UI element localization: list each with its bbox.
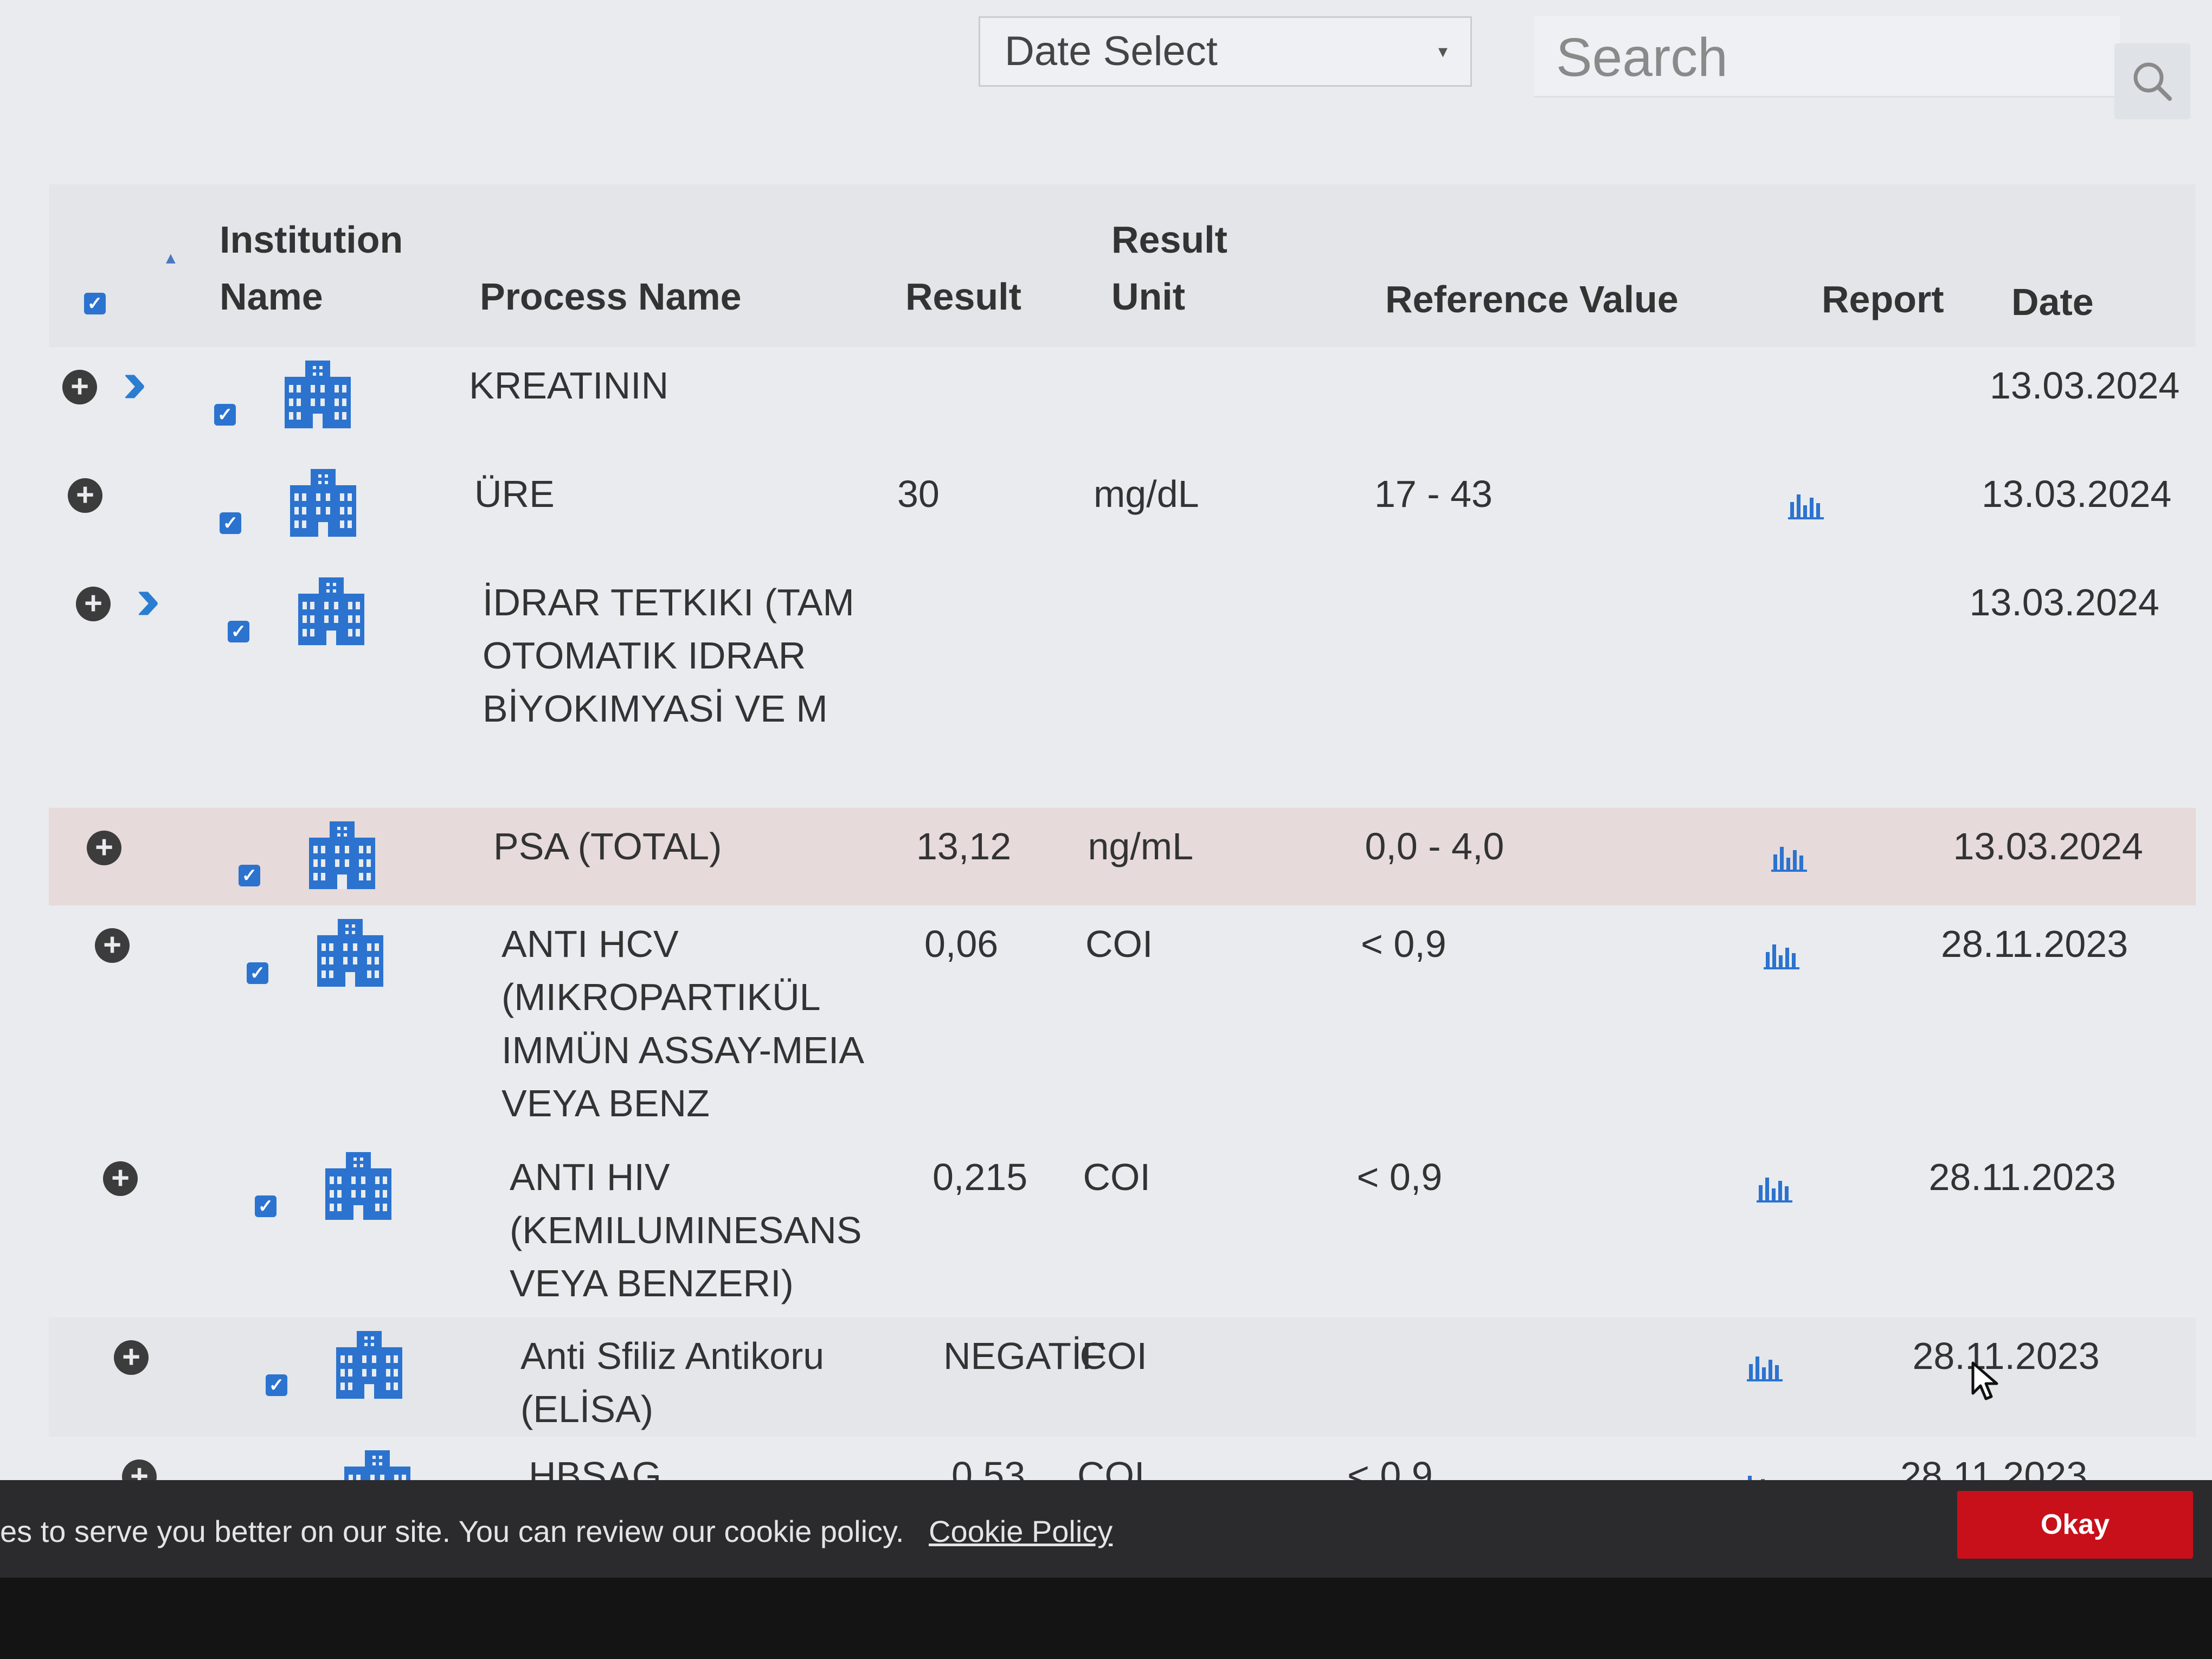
plus-circle-icon[interactable]: +	[62, 370, 97, 404]
table-row[interactable]: + ✓ PSA (TOTAL) 13,12 ng/mL 0,0 - 4,0 13.03.20…	[49, 808, 2196, 905]
select-all-checkbox[interactable]: ✓	[84, 293, 106, 314]
hospital-building-icon	[336, 1331, 402, 1399]
cookie-message-container: es to serve you better on our site. You …	[0, 1514, 1113, 1549]
bar-chart-icon[interactable]	[1746, 1349, 1784, 1381]
reference-value: 0,0 - 4,0	[1365, 825, 1504, 867]
column-reference-value[interactable]: Reference Value	[1385, 271, 1679, 328]
hospital-building-icon	[309, 821, 375, 889]
chevron-right-icon[interactable]: ›	[122, 352, 148, 412]
column-date[interactable]: Date	[2011, 274, 2094, 331]
result-unit: mg/dL	[1094, 473, 1199, 515]
plus-circle-icon[interactable]: +	[114, 1340, 149, 1375]
row-checkbox[interactable]: ✓	[220, 512, 241, 534]
process-name: ANTI HCV (MIKROPARTIKÜL IMMÜN ASSAY-MEIA…	[501, 923, 863, 1124]
reference-value: < 0,9	[1356, 1156, 1443, 1198]
date-value: 13.03.2024	[1969, 581, 2159, 623]
hospital-building-icon	[317, 919, 383, 987]
toolbar: Date Select ▾	[0, 0, 2212, 163]
date-value: 13.03.2024	[1953, 825, 2143, 867]
bar-chart-icon[interactable]	[1787, 487, 1825, 519]
plus-circle-icon[interactable]: +	[95, 928, 130, 963]
cookie-policy-link[interactable]: Cookie Policy	[929, 1514, 1113, 1548]
process-name: ÜRE	[474, 473, 555, 515]
process-name: PSA (TOTAL)	[493, 825, 722, 867]
date-value: 13.03.2024	[1990, 364, 2180, 407]
bar-chart-icon[interactable]	[1770, 839, 1808, 872]
result-value: 13,12	[916, 825, 1012, 867]
sort-asc-icon[interactable]: ▲	[163, 249, 179, 268]
cookie-message: es to serve you better on our site. You …	[0, 1514, 904, 1548]
screen-bezel	[0, 1578, 2212, 1659]
row-checkbox[interactable]: ✓	[255, 1195, 276, 1217]
row-checkbox[interactable]: ✓	[228, 621, 249, 642]
cookie-okay-button[interactable]: Okay	[1957, 1491, 2193, 1559]
column-process-name[interactable]: Process Name	[480, 268, 742, 325]
column-result[interactable]: Result	[905, 268, 1021, 325]
date-value: 13.03.2024	[1982, 473, 2172, 515]
bar-chart-icon[interactable]	[1763, 937, 1801, 969]
search-input[interactable]	[1534, 16, 2099, 99]
column-institution-name-line1: Institution	[220, 218, 403, 261]
mouse-cursor-icon	[1971, 1361, 1998, 1400]
plus-circle-icon[interactable]: +	[103, 1161, 138, 1196]
process-name: İDRAR TETKIKI (TAM OTOMATIK IDRAR BİYOKI…	[483, 581, 854, 730]
table-row[interactable]: + › ✓ İDRAR TETKIKI (TAM OTOMATIK IDRAR BİY…	[49, 564, 2196, 808]
row-checkbox[interactable]: ✓	[247, 962, 268, 984]
column-institution-name[interactable]: Institution Name	[220, 211, 403, 325]
table-row[interactable]: + ✓ ÜRE 30 mg/dL 17 - 43 13.03.2024	[49, 455, 2196, 564]
cookie-banner: es to serve you better on our site. You …	[0, 1480, 2212, 1578]
plus-circle-icon[interactable]: +	[87, 831, 121, 865]
search-icon	[2133, 62, 2172, 101]
process-name: ANTI HIV (KEMILUMINESANS VEYA BENZERI)	[510, 1156, 862, 1304]
table-header: ✓ ▲ Institution Name Process Name Result…	[49, 184, 2196, 347]
column-institution-name-line2: Name	[220, 275, 323, 318]
row-checkbox[interactable]: ✓	[214, 404, 236, 426]
result-value: 0,06	[924, 923, 999, 965]
process-name: Anti Sfiliz Antikoru (ELİSA)	[520, 1335, 825, 1430]
date-value: 28.11.2023	[1928, 1156, 2116, 1198]
column-result-unit[interactable]: Result Unit	[1111, 211, 1227, 325]
results-table: ✓ ▲ Institution Name Process Name Result…	[49, 184, 2196, 1518]
search-box	[1534, 16, 2120, 99]
process-name: KREATININ	[469, 364, 669, 407]
table-row[interactable]: + ✓ Anti Sfiliz Antikoru (ELİSA) NEGATİF COI…	[49, 1317, 2196, 1437]
bar-chart-icon[interactable]	[1756, 1170, 1793, 1203]
result-unit: COI	[1079, 1335, 1147, 1377]
column-result-unit-line2: Unit	[1111, 275, 1186, 318]
plus-circle-icon[interactable]: +	[68, 478, 102, 513]
row-checkbox[interactable]: ✓	[266, 1374, 287, 1396]
hospital-building-icon	[285, 361, 351, 428]
date-value: 28.11.2023	[1912, 1335, 2100, 1377]
search-button[interactable]	[2114, 43, 2190, 119]
column-result-unit-line1: Result	[1111, 218, 1227, 261]
caret-down-icon: ▾	[1438, 41, 1448, 62]
date-value: 28.11.2023	[1941, 923, 2129, 965]
reference-value: < 0,9	[1361, 923, 1446, 965]
table-body: + › ✓ KREATININ 13.03.2024 + ✓ ÜRE 30 mg/dL 17 - 4…	[49, 347, 2196, 1518]
table-row[interactable]: + ✓ ANTI HIV (KEMILUMINESANS VEYA BENZERI)…	[49, 1139, 2196, 1317]
reference-value: 17 - 43	[1374, 473, 1493, 515]
result-unit: COI	[1083, 1156, 1150, 1198]
hospital-building-icon	[290, 469, 356, 537]
result-unit: COI	[1085, 923, 1153, 965]
chevron-right-icon[interactable]: ›	[136, 569, 162, 629]
date-select-label: Date Select	[1005, 28, 1218, 74]
plus-circle-icon[interactable]: +	[76, 587, 111, 621]
hospital-building-icon	[325, 1152, 391, 1220]
table-row[interactable]: + › ✓ KREATININ 13.03.2024	[49, 347, 2196, 455]
result-unit: ng/mL	[1088, 825, 1194, 867]
row-checkbox[interactable]: ✓	[239, 865, 260, 886]
hospital-building-icon	[298, 577, 364, 645]
result-value: 30	[897, 473, 940, 515]
table-row[interactable]: + ✓ ANTI HCV (MIKROPARTIKÜL IMMÜN ASSAY-ME…	[49, 905, 2196, 1139]
result-value: 0,215	[933, 1156, 1028, 1198]
column-report[interactable]: Report	[1822, 271, 1944, 328]
date-select-dropdown[interactable]: Date Select ▾	[979, 16, 1472, 87]
